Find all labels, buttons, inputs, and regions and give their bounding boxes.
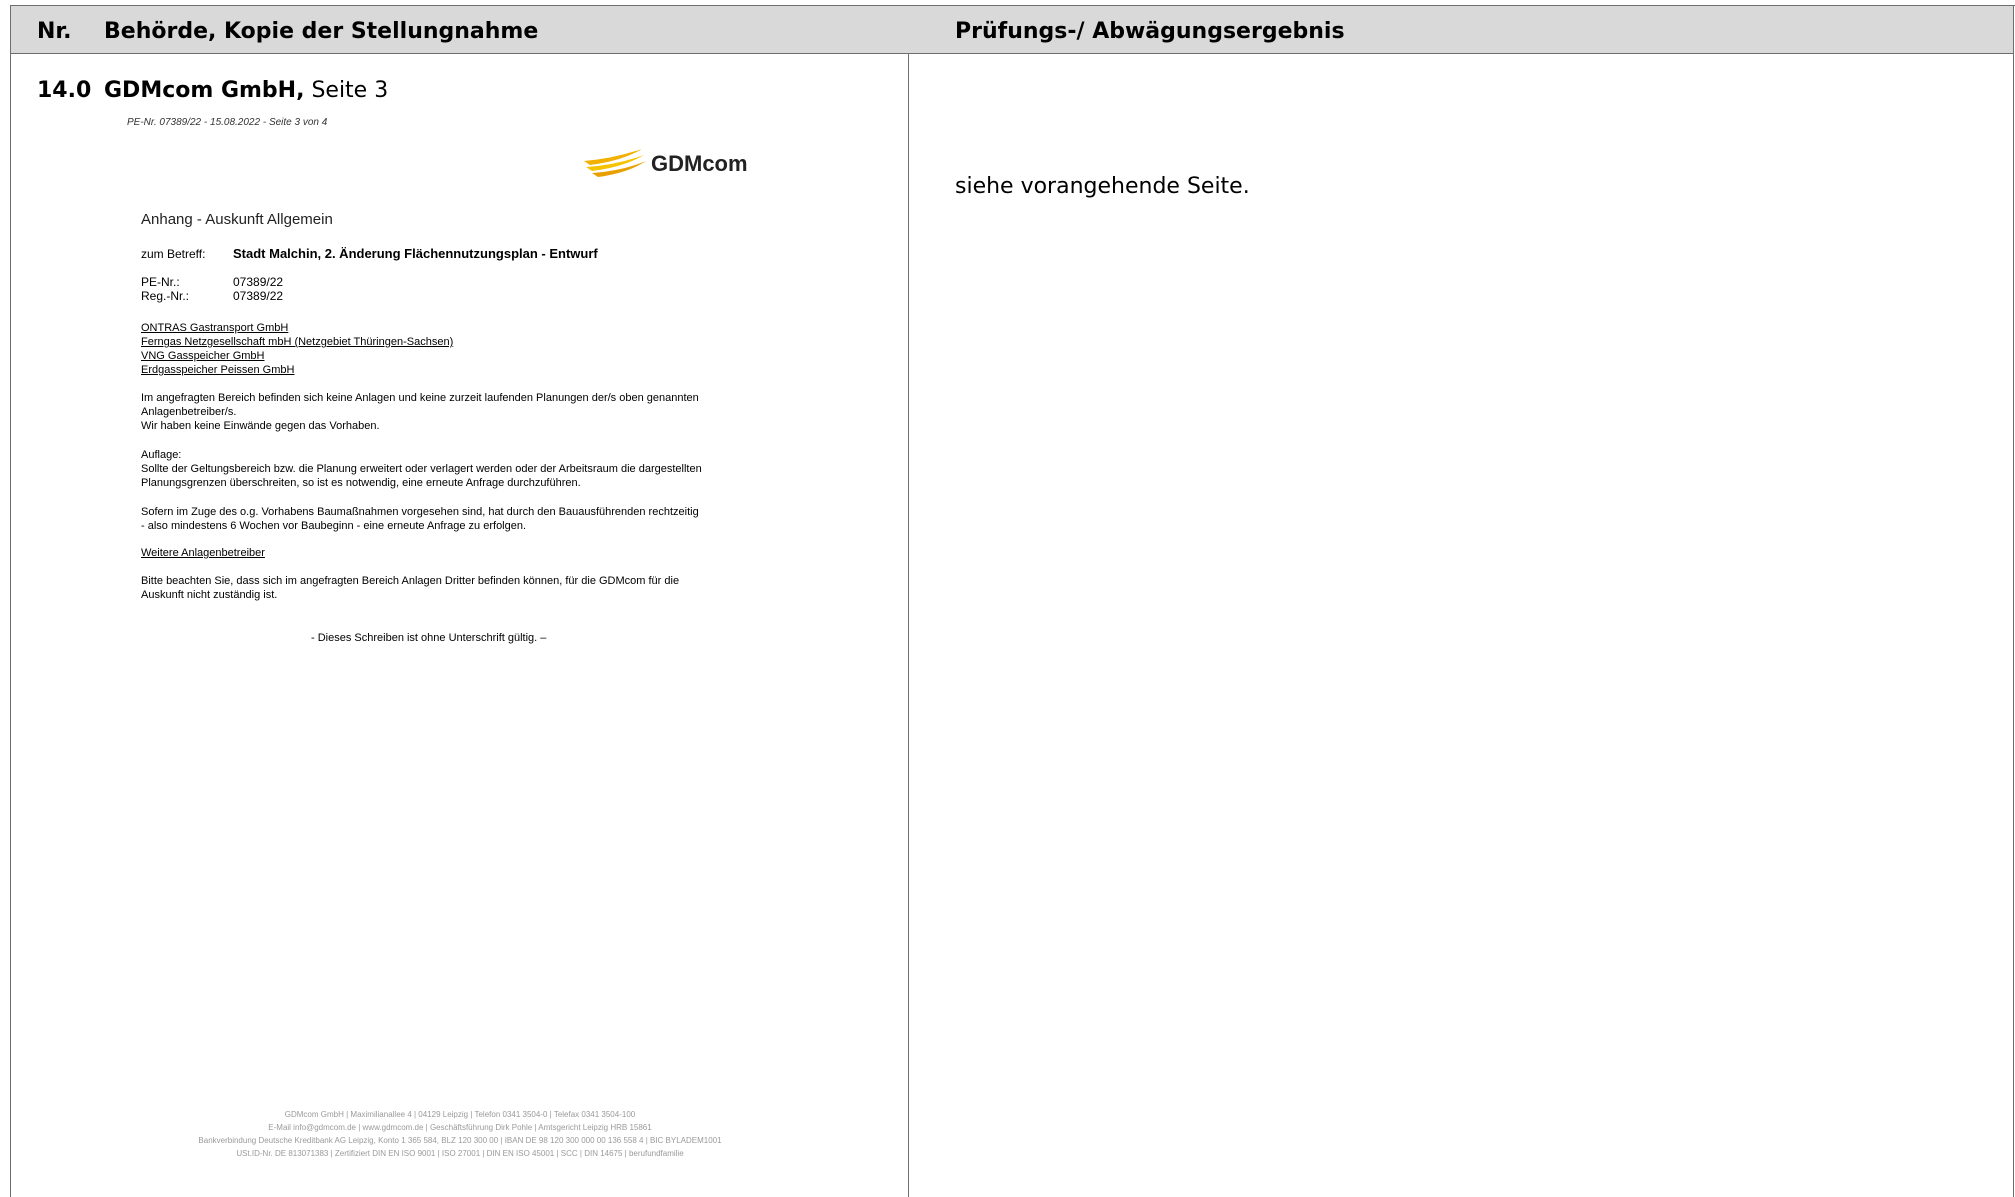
table-right-border bbox=[2013, 5, 2014, 1197]
company-list: ONTRAS Gastransport GmbH Ferngas Netzges… bbox=[141, 321, 453, 377]
entry-number: 14.0 bbox=[37, 78, 92, 103]
company-item: ONTRAS Gastransport GmbH bbox=[141, 322, 289, 334]
betreff-label: zum Betreff: bbox=[141, 247, 206, 261]
footer-line: E-Mail info@gdmcom.de | www.gdmcom.de | … bbox=[268, 1123, 652, 1132]
text-line: Wir haben keine Einwände gegen das Vorha… bbox=[141, 420, 380, 432]
entry-company: GDMcom GmbH, bbox=[104, 78, 305, 103]
weitere-heading: Weitere Anlagenbetreiber bbox=[141, 547, 265, 559]
betreff-value: Stadt Malchin, 2. Änderung Flächennutzun… bbox=[233, 246, 598, 261]
footer-line: USt.ID-Nr. DE 813071383 | Zertifiziert D… bbox=[236, 1149, 684, 1158]
reg-value: 07389/22 bbox=[233, 289, 284, 303]
footer-line: GDMcom GmbH | Maximilianallee 4 | 04129 … bbox=[284, 1110, 636, 1119]
pe-labels: PE-Nr.: Reg.-Nr.: bbox=[141, 275, 189, 303]
pe-value: 07389/22 bbox=[233, 275, 284, 289]
paragraph-no-assets: Im angefragten Bereich befinden sich kei… bbox=[141, 391, 699, 433]
footer-line: Bankverbindung Deutsche Kreditbank AG Le… bbox=[198, 1136, 722, 1145]
text-line: Sollte der Geltungsbereich bzw. die Plan… bbox=[141, 463, 702, 475]
paragraph-auflage: Auflage: Sollte der Geltungsbereich bzw.… bbox=[141, 448, 702, 490]
text-line: Bitte beachten Sie, dass sich im angefra… bbox=[141, 575, 680, 587]
text-line: Anlagenbetreiber/s. bbox=[141, 406, 237, 418]
signature-note: - Dieses Schreiben ist ohne Unterschrift… bbox=[311, 632, 547, 644]
company-item: VNG Gasspeicher GmbH bbox=[141, 350, 265, 362]
text-line: Auflage: bbox=[141, 449, 182, 461]
letter-pe-line: PE-Nr. 07389/22 - 15.08.2022 - Seite 3 v… bbox=[127, 117, 328, 128]
text-line: Planungsgrenzen überschreiten, so ist es… bbox=[141, 477, 581, 489]
header-behoerde: Behörde, Kopie der Stellungnahme bbox=[104, 19, 539, 44]
pe-label: PE-Nr.: bbox=[141, 275, 180, 289]
header-nr: Nr. bbox=[37, 19, 72, 44]
header-pruefung: Prüfungs-/ Abwägungsergebnis bbox=[955, 19, 1345, 44]
letter-anhang: Anhang - Auskunft Allgemein bbox=[141, 211, 333, 228]
assessment-text: siehe vorangehende Seite. bbox=[955, 174, 1250, 199]
reg-label: Reg.-Nr.: bbox=[141, 289, 190, 303]
text-line: - also mindestens 6 Wochen vor Baubeginn… bbox=[141, 520, 527, 532]
entry-page: Seite 3 bbox=[304, 78, 389, 103]
company-item: Ferngas Netzgesellschaft mbH (Netzgebiet… bbox=[141, 336, 454, 348]
company-item: Erdgasspeicher Peissen GmbH bbox=[141, 364, 295, 376]
text-line: Sofern im Zuge des o.g. Vorhabens Baumaß… bbox=[141, 506, 699, 518]
table-header: Nr. Behörde, Kopie der Stellungnahme Prü… bbox=[11, 6, 2013, 54]
logo-text: GDMcom bbox=[651, 151, 748, 176]
pe-values: 07389/22 07389/22 bbox=[233, 275, 283, 303]
letter-footer: GDMcom GmbH | Maximilianallee 4 | 04129 … bbox=[160, 1108, 760, 1160]
text-line: Im angefragten Bereich befinden sich kei… bbox=[141, 392, 699, 404]
paragraph-baumassnahmen: Sofern im Zuge des o.g. Vorhabens Baumaß… bbox=[141, 505, 699, 533]
paragraph-dritte: Bitte beachten Sie, dass sich im angefra… bbox=[141, 574, 679, 602]
entry-title: GDMcom GmbH, Seite 3 bbox=[104, 78, 388, 103]
column-divider bbox=[908, 5, 909, 1197]
text-line: Auskunft nicht zuständig ist. bbox=[141, 589, 278, 601]
